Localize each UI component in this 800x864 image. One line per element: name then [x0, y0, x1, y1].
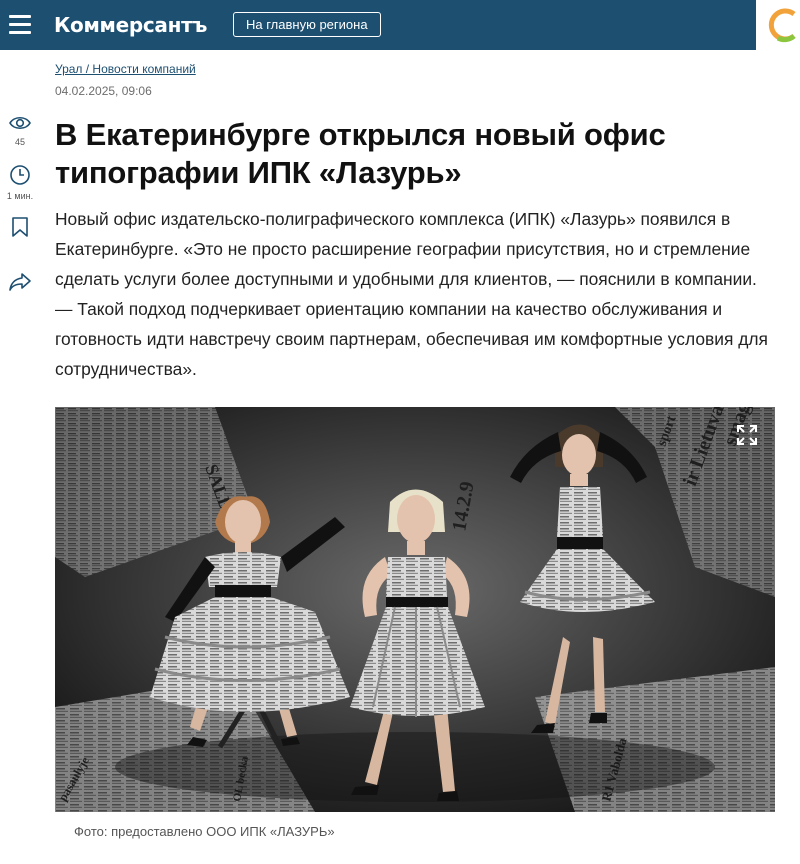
views-count: 45	[14, 137, 25, 147]
expand-photo-button[interactable]	[736, 424, 758, 446]
expand-icon	[737, 425, 757, 445]
hamburger-menu-icon[interactable]	[9, 15, 31, 35]
publish-date: 04.02.2025, 09:06	[55, 84, 152, 98]
clock-icon	[10, 165, 30, 185]
site-logo[interactable]: Коммерсантъ	[54, 13, 207, 37]
read-time-label: 1 мин.	[6, 191, 34, 201]
partner-logo[interactable]	[756, 0, 800, 50]
article-lead: Новый офис издательско-полиграфического …	[55, 209, 768, 379]
photo-caption: Фото: предоставлено ООО ИПК «ЛАЗУРЬ»	[74, 824, 335, 839]
region-home-button[interactable]: На главную региона	[233, 12, 381, 37]
newspaper-dresses-illustration: SALDAS sport smagnuma ir Lietuva 14.2.9 …	[55, 407, 775, 812]
article-title: В Екатеринбурге открылся новый офис типо…	[55, 117, 666, 190]
top-header: Коммерсантъ На главную региона	[0, 0, 800, 50]
views-counter: 45	[0, 114, 40, 147]
ring-logo-icon	[768, 8, 796, 43]
read-time: 1 мин.	[0, 164, 40, 201]
share-icon	[9, 273, 31, 291]
bookmark-icon	[12, 217, 28, 237]
article-photo[interactable]: SALDAS sport smagnuma ir Lietuva 14.2.9 …	[55, 407, 775, 812]
share-button[interactable]	[0, 272, 40, 297]
bookmark-button[interactable]	[0, 216, 40, 243]
breadcrumb[interactable]: Урал / Новости компаний	[55, 62, 196, 76]
eye-icon	[9, 116, 31, 130]
